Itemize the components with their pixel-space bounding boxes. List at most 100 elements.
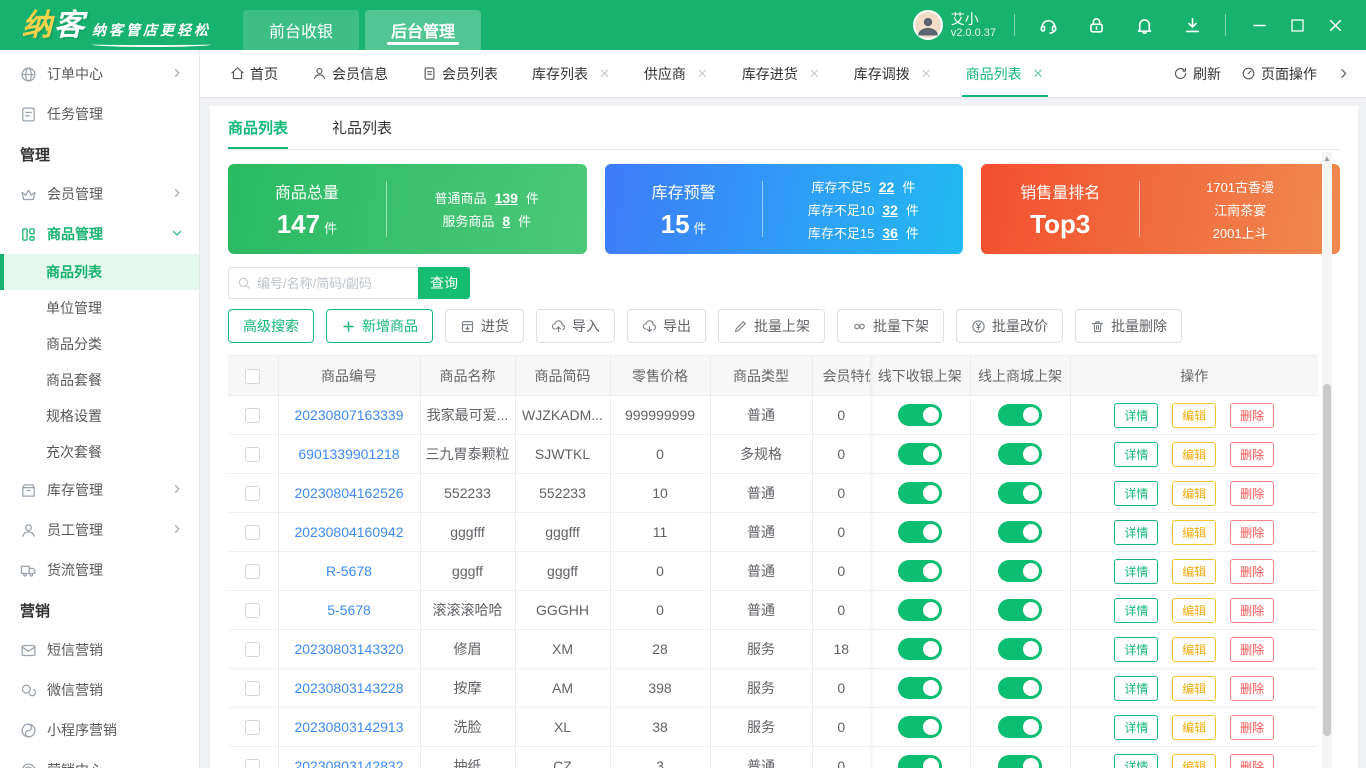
vertical-scrollbar[interactable]: ▲ [1322,152,1332,768]
batch-off-shelf-button[interactable]: 批量下架 [837,309,944,343]
customer-service-icon[interactable] [1033,10,1063,40]
row-checkbox[interactable] [245,564,261,580]
delete-button[interactable]: 删除 [1230,714,1275,740]
row-checkbox[interactable] [245,603,261,619]
offline-shelf-toggle[interactable] [897,638,942,660]
edit-button[interactable]: 编辑 [1172,519,1217,545]
product-code-link[interactable]: 20230803143320 [294,641,403,657]
product-code-link[interactable]: 20230803142913 [294,719,403,735]
offline-shelf-toggle[interactable] [897,716,942,738]
advanced-search-button[interactable]: 高级搜索 [228,309,314,343]
sidebar-sub-unit[interactable]: 单位管理 [0,290,199,326]
delete-button[interactable]: 删除 [1230,636,1275,662]
tab-member-list[interactable]: 会员列表 [422,50,498,97]
detail-button[interactable]: 详情 [1114,402,1159,428]
window-close-button[interactable] [1320,10,1350,40]
low15-count[interactable]: 36 [882,225,898,241]
online-shelf-toggle[interactable] [998,404,1042,426]
product-code-link[interactable]: 20230807163339 [294,407,403,423]
sidebar-item-product[interactable]: 商品管理 [0,214,199,254]
batch-on-shelf-button[interactable]: 批量上架 [718,309,825,343]
sidebar-item-order-center[interactable]: 订单中心 [0,54,199,94]
delete-button[interactable]: 删除 [1230,597,1275,623]
tab-gifts[interactable]: 礼品列表 [332,106,392,149]
sidebar-sub-recharge[interactable]: 充次套餐 [0,434,199,470]
product-code-link[interactable]: 20230804160942 [294,524,403,540]
sidebar-item-staff[interactable]: 员工管理 [0,510,199,550]
detail-button[interactable]: 详情 [1114,597,1159,623]
product-code-link[interactable]: 5-5678 [327,602,371,618]
online-shelf-toggle[interactable] [998,638,1042,660]
add-product-button[interactable]: 新增商品 [326,309,433,343]
normal-count[interactable]: 139 [495,190,518,206]
detail-button[interactable]: 详情 [1114,636,1159,662]
tab-stock-transfer[interactable]: 库存调拨 ✕ [854,50,932,97]
tab-stock-in[interactable]: 库存进货 ✕ [742,50,820,97]
row-checkbox[interactable] [245,759,261,768]
delete-button[interactable]: 删除 [1230,519,1275,545]
row-checkbox[interactable] [245,525,261,541]
offline-shelf-toggle[interactable] [897,482,942,504]
sidebar-item-wechat[interactable]: 微信营销 [0,670,199,710]
tab-product-list[interactable]: 商品列表 ✕ [961,50,1048,97]
close-icon[interactable]: ✕ [1033,66,1044,82]
row-checkbox[interactable] [245,486,261,502]
edit-button[interactable]: 编辑 [1172,714,1217,740]
row-checkbox[interactable] [245,408,261,424]
edit-button[interactable]: 编辑 [1172,480,1217,506]
offline-shelf-toggle[interactable] [897,521,942,543]
offline-shelf-toggle[interactable] [897,443,942,465]
detail-button[interactable]: 详情 [1114,714,1159,740]
scrollbar-thumb[interactable] [1323,384,1331,736]
sidebar-item-logistics[interactable]: 货流管理 [0,550,199,590]
sidebar-item-task[interactable]: 任务管理 [0,94,199,134]
online-shelf-toggle[interactable] [998,521,1042,543]
product-code-link[interactable]: 20230803143228 [294,680,403,696]
sidebar-item-marketing-center[interactable]: 营销中心 [0,750,199,768]
query-button[interactable]: 查询 [418,267,470,299]
front-cashier-tab[interactable]: 前台收银 [243,10,360,50]
delete-button[interactable]: 删除 [1230,558,1275,584]
close-icon[interactable]: ✕ [809,66,820,82]
product-code-link[interactable]: 20230804162526 [294,485,403,501]
online-shelf-toggle[interactable] [998,443,1042,465]
detail-button[interactable]: 详情 [1114,675,1159,701]
export-button[interactable]: 导出 [627,309,706,343]
more-chevron-icon[interactable] [1337,67,1350,80]
close-icon[interactable]: ✕ [697,66,708,82]
online-shelf-toggle[interactable] [998,482,1042,504]
service-count[interactable]: 8 [502,213,510,229]
offline-shelf-toggle[interactable] [897,560,942,582]
backend-manage-tab[interactable]: 后台管理 [365,10,482,50]
online-shelf-toggle[interactable] [998,560,1042,582]
detail-button[interactable]: 详情 [1114,441,1159,467]
purchase-button[interactable]: 进货 [445,309,524,343]
sidebar-sub-product-list[interactable]: 商品列表 [0,254,199,290]
window-maximize-button[interactable] [1282,10,1312,40]
edit-button[interactable]: 编辑 [1172,675,1217,701]
detail-button[interactable]: 详情 [1114,519,1159,545]
edit-button[interactable]: 编辑 [1172,558,1217,584]
lock-icon[interactable] [1081,10,1111,40]
edit-button[interactable]: 编辑 [1172,753,1217,768]
product-code-link[interactable]: 20230803142832 [294,758,403,768]
row-checkbox[interactable] [245,642,261,658]
offline-shelf-toggle[interactable] [897,755,942,768]
window-minimize-button[interactable] [1244,10,1274,40]
row-checkbox[interactable] [245,681,261,697]
tab-member-info[interactable]: 会员信息 [312,50,388,97]
delete-button[interactable]: 删除 [1230,675,1275,701]
select-all-checkbox[interactable] [245,368,261,384]
tab-supplier[interactable]: 供应商 ✕ [644,50,708,97]
detail-button[interactable]: 详情 [1114,558,1159,584]
close-icon[interactable]: ✕ [599,66,610,82]
page-action-button[interactable]: 页面操作 [1241,64,1317,84]
tab-home[interactable]: 首页 [230,50,278,97]
product-code-link[interactable]: R-5678 [326,563,372,579]
sidebar-sub-category[interactable]: 商品分类 [0,326,199,362]
batch-delete-button[interactable]: 批量删除 [1075,309,1182,343]
delete-button[interactable]: 删除 [1230,480,1275,506]
tab-products[interactable]: 商品列表 [228,106,289,149]
product-code-link[interactable]: 6901339901218 [298,446,399,462]
low5-count[interactable]: 22 [879,179,895,195]
